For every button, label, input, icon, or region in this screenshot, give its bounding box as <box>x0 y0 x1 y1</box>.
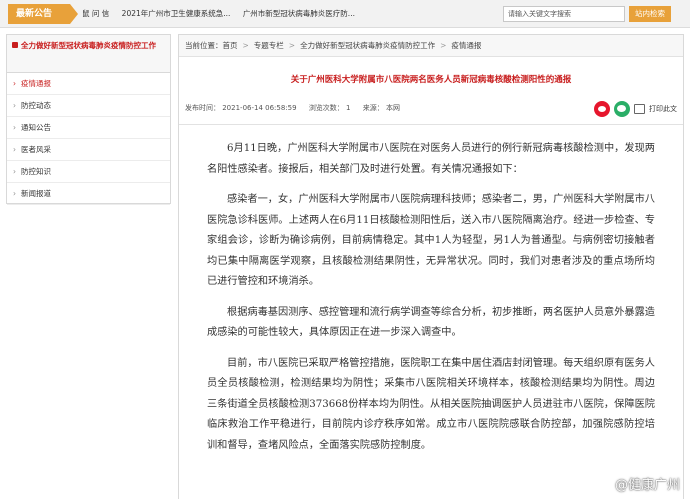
article-paragraph: 感染者一，女，广州医科大学附属市八医院病理科技师；感染者二，男，广州医科大学附属… <box>207 194 655 287</box>
notice-item[interactable]: 鼠 问 信 <box>82 9 109 18</box>
breadcrumb-topic[interactable]: 专题专栏 <box>254 41 284 50</box>
article-paragraph: 根据病毒基因测序、感控管理和流行病学调查等综合分析，初步推断，两名医护人员意外暴… <box>207 306 655 339</box>
breadcrumb-prefix: 当前位置： <box>185 41 223 50</box>
sidebar: 全力做好新型冠状病毒肺炎疫情防控工作 疫情通报 防控动态 通知公告 医者风采 防… <box>6 34 171 205</box>
breadcrumb: 当前位置：首页 > 专题专栏 > 全力做好新型冠状病毒肺炎疫情防控工作 > 疫情通报 <box>179 35 683 57</box>
sidebar-item-epidemic-report[interactable]: 疫情通报 <box>7 73 170 95</box>
breadcrumb-separator: > <box>440 41 447 50</box>
print-link[interactable]: 打印此文 <box>649 104 677 114</box>
top-notice-bar: 最新公告 鼠 问 信 2021年广州市卫生健康系统急... 广州市新型冠状病毒肺… <box>0 0 690 28</box>
article-meta: 发布时间： 2021-06-14 06:58:59 浏览次数： 1 来源： 本网… <box>179 99 683 125</box>
breadcrumb-current[interactable]: 疫情通报 <box>451 41 481 50</box>
article-paragraph: 目前，市八医院已采取严格管控措施，医院职工在集中居住酒店封闭管理。每天组织原有医… <box>207 357 655 451</box>
sidebar-item-announcements[interactable]: 通知公告 <box>7 117 170 139</box>
publish-time: 发布时间： 2021-06-14 06:58:59 <box>185 104 297 112</box>
breadcrumb-campaign[interactable]: 全力做好新型冠状病毒肺炎疫情防控工作 <box>300 41 435 50</box>
article-source: 来源： 本网 <box>362 104 400 112</box>
article-paragraph: 6月11日晚，广州医科大学附属市八医院在对医务人员进行的例行新冠病毒核酸检测中，… <box>207 143 655 175</box>
share-tools: 打印此文 <box>594 99 677 119</box>
sidebar-item-prevention-knowledge[interactable]: 防控知识 <box>7 161 170 183</box>
search-button[interactable]: 站内检索 <box>629 6 671 22</box>
notice-label: 最新公告 <box>8 4 78 24</box>
notice-item[interactable]: 广州市新型冠状病毒肺炎医疗防... <box>243 9 355 18</box>
watermark: @健康广州 <box>614 478 680 493</box>
sidebar-heading-text: 全力做好新型冠状病毒肺炎疫情防控工作 <box>21 41 156 50</box>
article-title: 关于广州医科大学附属市八医院两名医务人员新冠病毒核酸检测阳性的通报 <box>290 75 572 85</box>
notice-item[interactable]: 2021年广州市卫生健康系统急... <box>122 9 231 18</box>
weibo-share-icon[interactable] <box>594 101 610 117</box>
sidebar-item-prevention-news[interactable]: 防控动态 <box>7 95 170 117</box>
wechat-share-icon[interactable] <box>614 101 630 117</box>
search-input[interactable] <box>503 6 625 22</box>
article-body: 6月11日晚，广州医科大学附属市八医院在对医务人员进行的例行新冠病毒核酸检测中，… <box>179 139 683 456</box>
article-info: 发布时间： 2021-06-14 06:58:59 浏览次数： 1 来源： 本网 <box>185 103 410 113</box>
sidebar-item-news-reports[interactable]: 新闻报道 <box>7 183 170 205</box>
bullet-icon <box>12 42 18 48</box>
sidebar-heading: 全力做好新型冠状病毒肺炎疫情防控工作 <box>7 35 170 73</box>
breadcrumb-separator: > <box>288 41 296 50</box>
breadcrumb-separator: > <box>242 41 249 50</box>
main-panel: 当前位置：首页 > 专题专栏 > 全力做好新型冠状病毒肺炎疫情防控工作 > 疫情通报 关于广… <box>178 34 684 499</box>
sidebar-item-medical-staff[interactable]: 医者风采 <box>7 139 170 161</box>
print-icon[interactable] <box>634 104 645 114</box>
view-count: 浏览次数： 1 <box>308 104 351 112</box>
breadcrumb-home[interactable]: 首页 <box>223 41 238 50</box>
notice-ticker: 鼠 问 信 2021年广州市卫生健康系统急... 广州市新型冠状病毒肺炎医疗防.… <box>82 0 365 28</box>
